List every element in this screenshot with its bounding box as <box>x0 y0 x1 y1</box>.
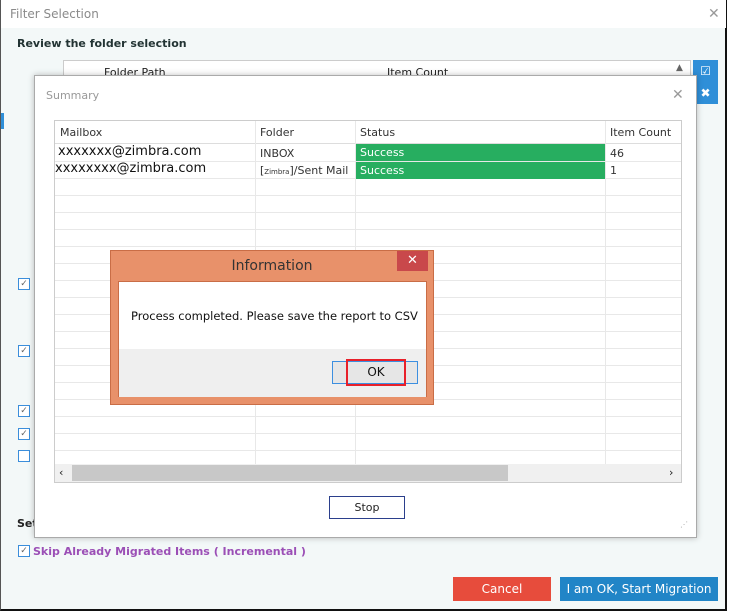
close-icon: ✕ <box>407 253 418 268</box>
column-status[interactable]: Status <box>360 126 395 139</box>
folder-tag: Zimbra <box>264 168 290 176</box>
left-accent <box>1 113 4 129</box>
summary-title: Summary <box>46 89 100 102</box>
folder-path: ]/Sent Mail <box>289 164 349 177</box>
status-cell: Success <box>356 162 605 179</box>
checkbox[interactable]: ✓ <box>18 405 30 417</box>
column-folder[interactable]: Folder <box>260 126 294 139</box>
information-message: Process completed. Please save the repor… <box>131 309 418 323</box>
information-title: Information <box>231 258 313 274</box>
count-cell: 46 <box>610 147 624 160</box>
scrollbar-thumb[interactable] <box>72 465 508 481</box>
ok-button[interactable]: OK <box>332 359 418 386</box>
status-cell: Success <box>356 144 605 161</box>
folder-cell: [Zimbra]/Sent Mail <box>260 164 349 177</box>
mailbox-cell: xxxxxxx@zimbra.com <box>58 144 202 159</box>
check-icon: ☑ <box>700 64 711 78</box>
stop-button[interactable]: Stop <box>329 496 405 519</box>
column-item-count[interactable]: Item Count <box>610 126 671 139</box>
cancel-button[interactable]: Cancel <box>453 577 551 601</box>
skip-migrated-checkbox[interactable]: ✓ <box>18 545 30 557</box>
title-bar: Filter Selection ✕ <box>1 0 726 28</box>
information-body: Process completed. Please save the repor… <box>118 281 427 397</box>
skip-migrated-label[interactable]: Skip Already Migrated Items ( Incrementa… <box>33 545 306 558</box>
x-icon: ✖ <box>700 86 711 100</box>
ok-button-label[interactable]: OK <box>346 359 406 386</box>
scroll-right-icon[interactable]: › <box>669 466 673 479</box>
checkbox[interactable]: ✓ <box>18 428 30 440</box>
close-icon[interactable]: ✕ <box>708 6 720 22</box>
folder-cell: INBOX <box>260 147 295 160</box>
count-cell: 1 <box>610 164 617 177</box>
close-icon[interactable]: ✕ <box>672 87 684 103</box>
checkbox[interactable]: ✓ <box>18 278 30 290</box>
information-dialog: Information ✕ Process completed. Please … <box>110 250 434 405</box>
checkbox[interactable]: ✓ <box>18 345 30 357</box>
resize-grip-icon[interactable]: ⋰ <box>680 520 688 529</box>
scroll-up-icon[interactable]: ▲ <box>676 63 683 73</box>
horizontal-scrollbar[interactable]: ‹ › <box>55 464 681 482</box>
scroll-left-icon[interactable]: ‹ <box>59 466 63 479</box>
mailbox-cell: xxxxxxxx@zimbra.com <box>55 161 207 176</box>
column-mailbox[interactable]: Mailbox <box>60 126 102 139</box>
start-migration-button[interactable]: I am OK, Start Migration <box>560 577 718 601</box>
window-title: Filter Selection <box>10 7 99 21</box>
close-button[interactable]: ✕ <box>397 251 428 271</box>
review-heading: Review the folder selection <box>17 37 187 50</box>
checkbox[interactable] <box>18 450 30 462</box>
information-footer: OK <box>119 349 426 397</box>
